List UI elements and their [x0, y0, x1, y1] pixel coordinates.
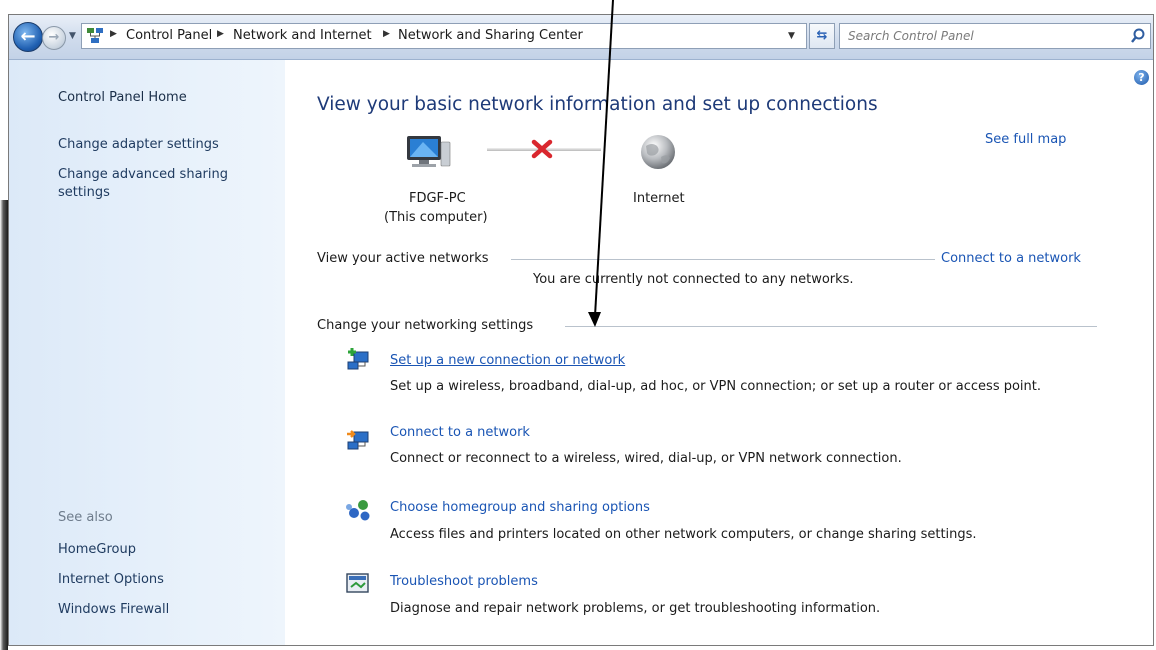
- see-also-windows-firewall-link[interactable]: Windows Firewall: [58, 601, 169, 618]
- page-title: View your basic network information and …: [317, 94, 878, 115]
- computer-icon: [407, 136, 451, 167]
- address-dropdown-icon[interactable]: ▼: [788, 31, 795, 41]
- troubleshoot-problems-description: Diagnose and repair network problems, or…: [390, 601, 881, 616]
- troubleshoot-icon[interactable]: [345, 572, 371, 596]
- address-bar: ← → ▼ ▶ Control Panel ▶ Network and Inte…: [9, 15, 1153, 60]
- homegroup-icon[interactable]: [345, 498, 371, 522]
- control-panel-home-link[interactable]: Control Panel Home: [58, 89, 187, 106]
- explorer-window: ← → ▼ ▶ Control Panel ▶ Network and Inte…: [8, 14, 1154, 646]
- breadcrumb-control-panel[interactable]: Control Panel: [126, 28, 212, 43]
- see-full-map-link[interactable]: See full map: [985, 132, 1066, 147]
- divider: [565, 326, 1097, 327]
- back-button[interactable]: ←: [13, 22, 43, 52]
- refresh-button[interactable]: ⇆: [809, 23, 835, 49]
- new-connection-icon[interactable]: [345, 348, 371, 372]
- choose-homegroup-link[interactable]: Choose homegroup and sharing options: [390, 500, 650, 515]
- recent-pages-chevron-icon[interactable]: ▼: [69, 31, 76, 41]
- change-advanced-sharing-link-line2[interactable]: settings: [58, 184, 110, 201]
- see-also-heading: See also: [58, 510, 113, 525]
- breadcrumb-network-internet[interactable]: Network and Internet: [233, 28, 372, 43]
- computer-name-label: FDGF-PC: [409, 191, 466, 206]
- breadcrumb-separator-icon[interactable]: ▶: [110, 29, 117, 39]
- connect-to-network-task-link[interactable]: Connect to a network: [390, 425, 530, 440]
- troubleshoot-problems-link[interactable]: Troubleshoot problems: [390, 574, 538, 589]
- choose-homegroup-description: Access files and printers located on oth…: [390, 527, 977, 542]
- change-advanced-sharing-link[interactable]: Change advanced sharing: [58, 166, 228, 183]
- internet-globe-icon: [641, 135, 675, 169]
- not-connected-status: You are currently not connected to any n…: [533, 272, 854, 287]
- breadcrumb-separator-icon[interactable]: ▶: [217, 29, 224, 39]
- search-box[interactable]: [839, 23, 1151, 49]
- internet-label: Internet: [633, 191, 685, 206]
- change-settings-heading: Change your networking settings: [317, 318, 534, 333]
- divider: [511, 259, 935, 260]
- this-computer-label: (This computer): [384, 210, 488, 225]
- back-arrow-icon: ←: [20, 26, 36, 47]
- search-input[interactable]: [840, 24, 1128, 48]
- disconnected-x-icon[interactable]: [531, 139, 553, 159]
- connect-to-network-description: Connect or reconnect to a wireless, wire…: [390, 451, 902, 466]
- help-icon[interactable]: ?: [1134, 70, 1149, 85]
- address-field[interactable]: ▶ Control Panel ▶ Network and Internet ▶…: [81, 23, 807, 49]
- breadcrumb-network-sharing-center[interactable]: Network and Sharing Center: [398, 28, 583, 43]
- network-center-icon: [87, 28, 103, 43]
- connect-network-icon[interactable]: [345, 428, 371, 452]
- change-adapter-settings-link[interactable]: Change adapter settings: [58, 136, 219, 153]
- connect-to-network-link[interactable]: Connect to a network: [941, 251, 1081, 266]
- window-shadow: [0, 200, 8, 650]
- setup-new-connection-link[interactable]: Set up a new connection or network: [390, 353, 625, 368]
- setup-new-connection-description: Set up a wireless, broadband, dial-up, a…: [390, 379, 1042, 394]
- navigation-pane: Control Panel Home Change adapter settin…: [9, 60, 285, 645]
- forward-button[interactable]: →: [42, 26, 66, 50]
- forward-arrow-icon: →: [48, 30, 60, 45]
- active-networks-heading: View your active networks: [317, 251, 489, 266]
- refresh-icon: ⇆: [816, 28, 828, 43]
- breadcrumb-separator-icon[interactable]: ▶: [383, 29, 390, 39]
- see-also-internet-options-link[interactable]: Internet Options: [58, 571, 164, 588]
- main-content: ? View your basic network information an…: [285, 60, 1153, 645]
- see-also-homegroup-link[interactable]: HomeGroup: [58, 541, 136, 558]
- search-icon[interactable]: [1128, 27, 1148, 45]
